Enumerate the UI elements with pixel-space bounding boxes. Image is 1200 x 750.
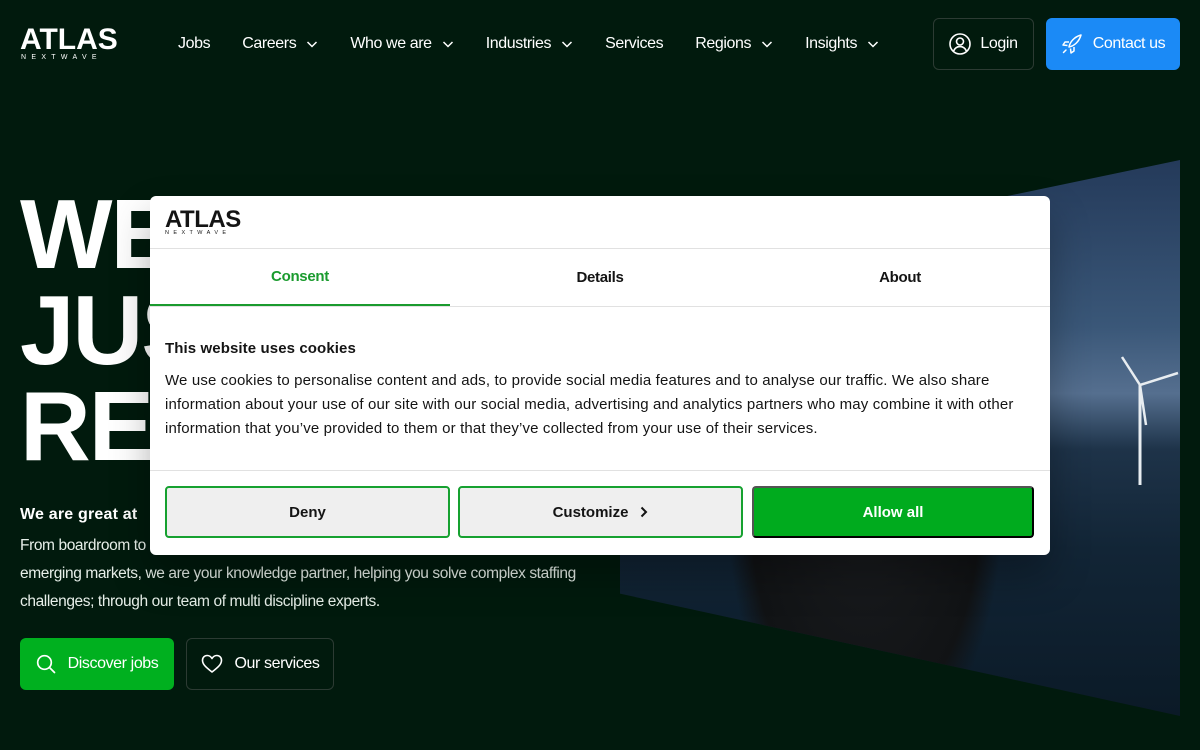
nav-item-label: Regions	[695, 35, 752, 52]
logo-wordmark: ATLAS	[20, 23, 118, 56]
dialog-logo-wordmark: ATLAS	[165, 206, 241, 233]
customize-button[interactable]: Customize	[458, 486, 743, 538]
allow-all-label: Allow all	[862, 503, 924, 521]
discover-jobs-label: Discover jobs	[67, 655, 159, 672]
rocket-icon	[1062, 34, 1082, 54]
our-services-button[interactable]: Our services	[186, 638, 334, 690]
chevron-down-icon	[307, 41, 318, 48]
nav-item-careers[interactable]: Careers	[242, 32, 318, 56]
dialog-text: We use cookies to personalise content an…	[165, 372, 1014, 437]
nav-item-who-we-are[interactable]: Who we are	[350, 32, 453, 56]
lead-line: From boardroom to	[20, 537, 146, 554]
login-label: Login	[980, 35, 1018, 52]
nav-item-regions[interactable]: Regions	[695, 32, 773, 56]
chevron-down-icon	[868, 41, 879, 48]
tab-details[interactable]: Details	[450, 249, 750, 306]
dialog-title: This website uses cookies	[165, 340, 356, 357]
top-navigation: ATLAS NEXTWAVE Jobs Careers Who we are I…	[0, 0, 1200, 88]
tab-consent[interactable]: Consent	[150, 249, 450, 306]
dialog-header: ATLAS NEXTWAVE	[150, 196, 1050, 249]
our-services-label: Our services	[234, 655, 320, 672]
deny-label: Deny	[289, 503, 326, 521]
nav-item-label: Insights	[805, 35, 858, 52]
dialog-logo-tagline: NEXTWAVE	[165, 230, 231, 236]
contact-us-label: Contact us	[1092, 35, 1166, 52]
nav-item-services[interactable]: Services	[605, 32, 664, 56]
nav-item-jobs[interactable]: Jobs	[178, 32, 211, 56]
customize-label: Customize	[552, 503, 629, 521]
nav-item-label: Who we are	[350, 35, 432, 52]
chevron-right-icon	[641, 506, 648, 518]
cookie-consent-dialog: ATLAS NEXTWAVE Consent Details About Thi…	[150, 196, 1050, 555]
login-button[interactable]: Login	[933, 18, 1034, 70]
nav-item-label: Careers	[242, 35, 297, 52]
main-menu: Jobs Careers Who we are Industries Servi…	[178, 32, 911, 56]
dialog-logo: ATLAS NEXTWAVE	[165, 206, 241, 237]
nav-item-label: Jobs	[178, 35, 211, 52]
dialog-body: This website uses cookies We use cookies…	[150, 307, 1050, 471]
nav-item-insights[interactable]: Insights	[805, 32, 879, 56]
deny-button[interactable]: Deny	[165, 486, 450, 538]
contact-us-button[interactable]: Contact us	[1046, 18, 1180, 70]
heart-icon	[201, 654, 222, 673]
dialog-tabs: Consent Details About	[150, 249, 1050, 307]
nav-item-label: Services	[605, 35, 664, 52]
wind-turbine-graphic	[1120, 356, 1179, 485]
lead-line: emerging markets, we are your knowledge …	[20, 565, 576, 582]
allow-all-button[interactable]: Allow all	[752, 486, 1034, 538]
nav-item-label: Industries	[485, 35, 552, 52]
dialog-actions: Deny Customize Allow all	[165, 486, 1034, 538]
tab-about[interactable]: About	[750, 249, 1050, 306]
user-circle-icon	[949, 33, 972, 55]
site-logo[interactable]: ATLAS NEXTWAVE	[20, 23, 118, 62]
search-icon	[36, 654, 55, 674]
chevron-down-icon	[442, 41, 453, 48]
chevron-down-icon	[762, 41, 773, 48]
lead-line: challenges; through our team of multi di…	[20, 593, 380, 610]
discover-jobs-button[interactable]: Discover jobs	[20, 638, 174, 690]
chevron-down-icon	[562, 41, 573, 48]
nav-item-industries[interactable]: Industries	[486, 32, 573, 56]
hero-lead-bold: We are great at	[20, 506, 138, 523]
